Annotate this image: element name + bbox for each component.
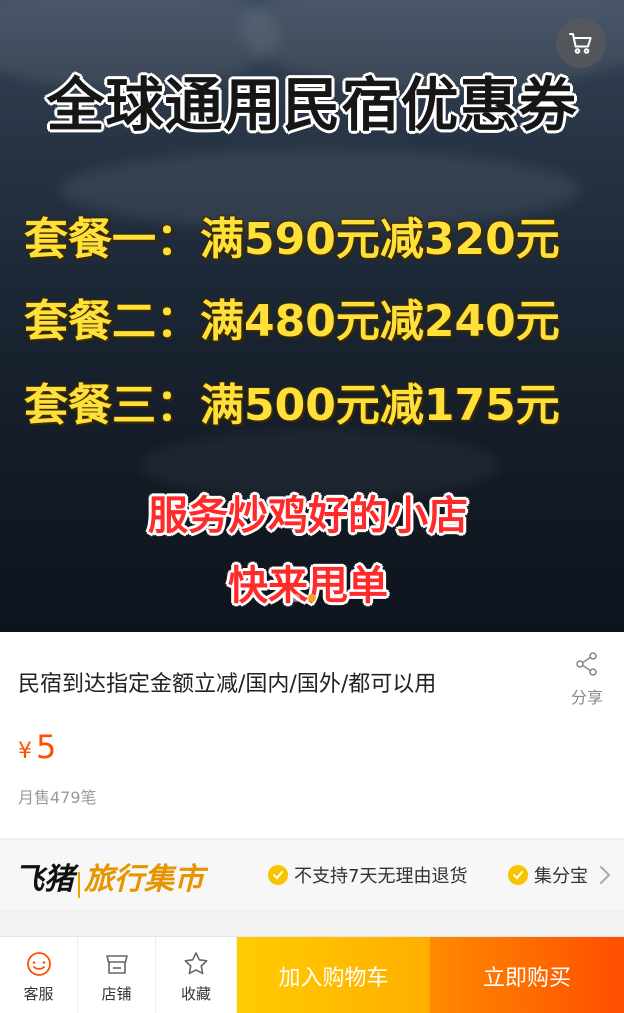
promo-line-2: 快来甩单 [228, 563, 388, 609]
price-value: 5 [36, 728, 57, 766]
shop-icon [105, 955, 128, 974]
favorite-button[interactable]: 收藏 [156, 937, 237, 1013]
product-title: 民宿到达指定金额立减/国内/国外/都可以用 [18, 672, 437, 697]
service-tag-1: 不支持7天无理由退货 [268, 862, 467, 888]
price: ¥5 [18, 728, 56, 766]
check-icon [508, 865, 528, 885]
share-label: 分享 [570, 688, 603, 707]
carousel-dot-active[interactable] [308, 594, 316, 602]
brand-separator [78, 871, 80, 898]
brand-main: 飞猪 [14, 862, 74, 897]
shopping-cart-icon [569, 33, 592, 54]
shop-button[interactable]: 店铺 [78, 937, 156, 1013]
buy-now-button[interactable]: 立即购买 [430, 937, 624, 1013]
brand-logo: 飞猪 旅行集市 [14, 854, 204, 898]
share-icon [576, 652, 597, 676]
share-button[interactable]: 分享 [560, 650, 614, 708]
deal-line-3: 套餐三：满500元减175元 [24, 380, 560, 431]
bar-label: 客服 [23, 985, 54, 1003]
bar-label: 收藏 [180, 985, 211, 1003]
carousel-indicator [292, 594, 316, 602]
carousel-dot[interactable] [292, 594, 300, 602]
chevron-right-icon[interactable] [596, 862, 614, 888]
promo-line-1: 服务炒鸡好的小店 [148, 493, 468, 539]
service-tag-label: 不支持7天无理由退货 [294, 866, 468, 887]
service-tag-label: 集分宝 [534, 866, 588, 887]
star-icon [184, 952, 208, 975]
bottom-action-bar: 客服 店铺 收藏 加入购物车 立即购买 [0, 936, 624, 1013]
banner-title: 全球通用民宿优惠券 [46, 71, 578, 139]
monthly-sales: 月售479笔 [18, 788, 97, 807]
service-strip[interactable]: 飞猪 旅行集市 不支持7天无理由退货 集分宝 [0, 840, 624, 910]
section-gap [0, 910, 624, 936]
deal-line-2: 套餐二：满480元减240元 [24, 296, 560, 347]
bar-label: 店铺 [101, 985, 132, 1003]
customer-service-icon [26, 952, 51, 976]
service-tag-2: 集分宝 [508, 862, 588, 888]
product-image-banner[interactable]: 全球通用民宿优惠券 套餐一：满590元减320元 套餐二：满480元减240元 … [0, 0, 624, 632]
cart-button[interactable] [556, 18, 606, 68]
deal-line-1: 套餐一：满590元减320元 [24, 214, 560, 265]
brand-sub: 旅行集市 [84, 862, 204, 897]
check-icon [268, 865, 288, 885]
customer-service-button[interactable]: 客服 [0, 937, 78, 1013]
product-info: 民宿到达指定金额立减/国内/国外/都可以用 分享 ¥5 月售479笔 [0, 632, 624, 838]
add-to-cart-button[interactable]: 加入购物车 [237, 937, 430, 1013]
currency-symbol: ¥ [18, 739, 32, 764]
